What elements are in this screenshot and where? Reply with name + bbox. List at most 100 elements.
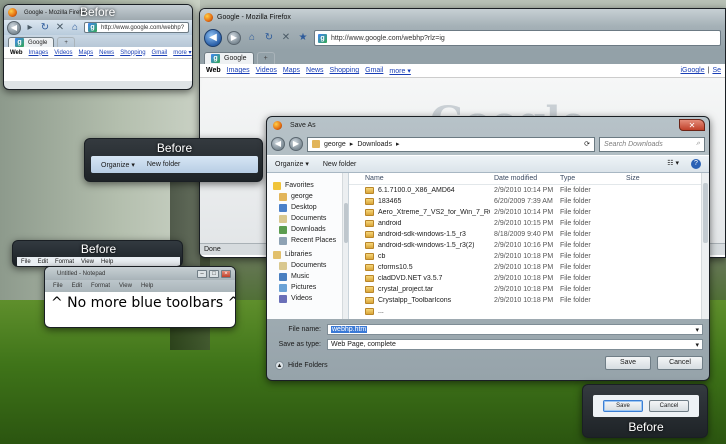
file-row[interactable]: ... — [349, 306, 709, 317]
link-more[interactable]: more ▾ — [389, 67, 410, 75]
new-folder-button[interactable]: New folder — [323, 161, 356, 168]
link-news[interactable]: News — [306, 67, 324, 74]
dialog-titlebar[interactable]: Save As ✕ — [267, 117, 709, 133]
close-icon[interactable]: × — [221, 269, 231, 278]
link-maps[interactable]: Maps — [283, 67, 300, 74]
home-icon[interactable]: ⌂ — [246, 32, 258, 44]
before-url-text: http://www.google.com/webhp? — [101, 24, 185, 31]
menu-file[interactable]: File — [53, 283, 63, 289]
views-icon[interactable]: ☷ ▾ — [667, 159, 679, 169]
link-igoogle[interactable]: iGoogle — [680, 67, 704, 74]
file-name-text: android-sdk-windows-1.5_r3 — [378, 231, 466, 238]
before-cancel-button: Cancel — [649, 400, 689, 412]
file-row[interactable]: android-sdk-windows-1.5_r3 8/18/2009 9:40… — [349, 229, 709, 240]
tab-label: Google — [224, 55, 247, 62]
link-shopping[interactable]: Shopping — [330, 67, 360, 74]
breadcrumb[interactable]: george ▸ Downloads ▸ ⟳ — [307, 136, 595, 152]
menu-edit[interactable]: Edit — [72, 283, 82, 289]
menu-help[interactable]: Help — [141, 283, 153, 289]
chevron-down-icon[interactable]: ▾ — [695, 341, 699, 349]
file-row[interactable]: Crystalpp_ToolbarIcons 2/9/2010 10:18 PM F… — [349, 295, 709, 306]
forward-icon[interactable]: ▶ — [289, 137, 303, 151]
file-row[interactable]: cb 2/9/2010 10:18 PM File folder — [349, 251, 709, 262]
before-notepad-menubar: File Edit Format View Help — [17, 257, 180, 266]
save-type-select[interactable]: Web Page, complete ▾ — [327, 339, 703, 350]
nav-item-desktop[interactable]: Desktop — [271, 202, 348, 213]
nav-scrollbar[interactable] — [342, 173, 348, 319]
nav-group-libraries[interactable]: Libraries — [271, 249, 348, 260]
save-button[interactable]: Save — [605, 356, 651, 370]
chevron-down-icon[interactable]: ▾ — [695, 326, 699, 334]
file-row[interactable]: cforms10.5 2/9/2010 10:18 PM File folder — [349, 262, 709, 273]
stop-icon[interactable]: ✕ — [280, 32, 292, 44]
file-row[interactable]: cladDVD.NET v3.5.7 2/9/2010 10:18 PM File … — [349, 273, 709, 284]
file-row[interactable]: 183465 6/20/2009 7:39 AM File folder — [349, 196, 709, 207]
notepad-titlebar[interactable]: Untitled - Notepad – □ × — [45, 267, 235, 280]
nav-item-documents[interactable]: Documents — [271, 213, 348, 224]
file-scroll-thumb[interactable] — [703, 183, 708, 243]
file-row[interactable]: Aero_Xtreme_7_VS2_for_Win_7_RC_by_In... 2… — [349, 207, 709, 218]
notepad-window: Untitled - Notepad – □ × File Edit Forma… — [44, 266, 236, 328]
bookmark-star-icon[interactable]: ★ — [297, 32, 309, 44]
hide-folders-toggle[interactable]: ▲ Hide Folders — [275, 361, 328, 370]
menu-format[interactable]: Format — [91, 283, 110, 289]
link-videos[interactable]: Videos — [256, 67, 277, 74]
hide-folders-label: Hide Folders — [288, 362, 328, 369]
back-icon[interactable]: ◀ — [204, 29, 222, 47]
nav-item-videos[interactable]: Videos — [271, 293, 348, 304]
file-date-cell: 2/9/2010 10:18 PM — [494, 286, 554, 293]
tab-google[interactable]: g Google — [204, 52, 254, 64]
before-link-images: Images — [28, 49, 49, 56]
firefox-titlebar[interactable]: Google - Mozilla Firefox — [200, 9, 725, 26]
file-name-field[interactable]: webhp.htm ▾ — [327, 324, 703, 335]
nav-item-george[interactable]: george — [271, 191, 348, 202]
nav-item-documents[interactable]: Documents — [271, 260, 348, 271]
search-input[interactable]: Search Downloads ⌕ — [599, 136, 705, 152]
new-tab-button[interactable]: + — [256, 52, 275, 64]
minimize-icon[interactable]: – — [197, 269, 207, 278]
back-icon[interactable]: ◀ — [271, 137, 285, 151]
link-settings[interactable]: Se — [712, 67, 721, 74]
google-favicon-icon: g — [15, 38, 24, 47]
file-name-cell: Aero_Xtreme_7_VS2_for_Win_7_RC_by_In... — [349, 209, 490, 216]
column-name[interactable]: Name — [349, 175, 490, 182]
before-organize-panel: Before Organize ▾ New folder — [84, 138, 263, 182]
nav-item-recent-places[interactable]: Recent Places — [271, 235, 348, 246]
organize-button[interactable]: Organize ▾ — [275, 160, 309, 168]
cancel-button[interactable]: Cancel — [657, 356, 703, 370]
file-row[interactable]: android 2/9/2010 10:15 PM File folder — [349, 218, 709, 229]
file-row[interactable]: 6.1.7100.0_X86_AMD64 2/9/2010 10:14 PM Fil… — [349, 185, 709, 196]
column-size[interactable]: Size — [622, 175, 662, 182]
nav-scroll-thumb[interactable] — [344, 203, 348, 243]
nav-item-music[interactable]: Music — [271, 271, 348, 282]
reload-icon[interactable]: ↻ — [263, 32, 275, 44]
google-nav-links: Web Images Videos Maps News Shopping Gma… — [200, 64, 725, 78]
nav-item-downloads[interactable]: Downloads — [271, 224, 348, 235]
file-row[interactable]: crystal_project.tar 2/9/2010 10:18 PM File… — [349, 284, 709, 295]
close-icon[interactable]: ✕ — [679, 119, 705, 131]
nav-item-label: Downloads — [291, 226, 326, 233]
nav-item-pictures[interactable]: Pictures — [271, 282, 348, 293]
save-type-value: Web Page, complete — [331, 341, 396, 348]
nav-item-label: Pictures — [291, 284, 317, 291]
url-bar[interactable]: g http://www.google.com/webhp?rlz=ig — [314, 30, 721, 46]
notepad-text-area[interactable]: ^ No more blue toolbars ^ — [45, 292, 235, 311]
column-date[interactable]: Date modified — [490, 175, 556, 182]
breadcrumb-chevron[interactable]: ▸ — [350, 140, 354, 148]
column-type[interactable]: Type — [556, 175, 622, 182]
file-row[interactable]: android-sdk-windows-1.5_r3(2) 2/9/2010 10… — [349, 240, 709, 251]
breadcrumb-downloads[interactable]: Downloads — [357, 141, 392, 148]
file-scrollbar[interactable] — [701, 173, 709, 319]
forward-icon[interactable]: ▶ — [227, 31, 241, 45]
help-icon[interactable]: ? — [691, 159, 701, 169]
menu-view[interactable]: View — [119, 283, 132, 289]
link-gmail[interactable]: Gmail — [365, 67, 383, 74]
nav-group-favorites[interactable]: Favorites — [271, 180, 348, 191]
refresh-icon[interactable]: ⟳ — [584, 140, 594, 148]
link-web[interactable]: Web — [206, 67, 221, 74]
firefox-icon — [204, 13, 213, 22]
link-images[interactable]: Images — [227, 67, 250, 74]
maximize-icon[interactable]: □ — [209, 269, 219, 278]
breadcrumb-chevron[interactable]: ▸ — [396, 140, 400, 148]
breadcrumb-user[interactable]: george — [324, 141, 346, 148]
